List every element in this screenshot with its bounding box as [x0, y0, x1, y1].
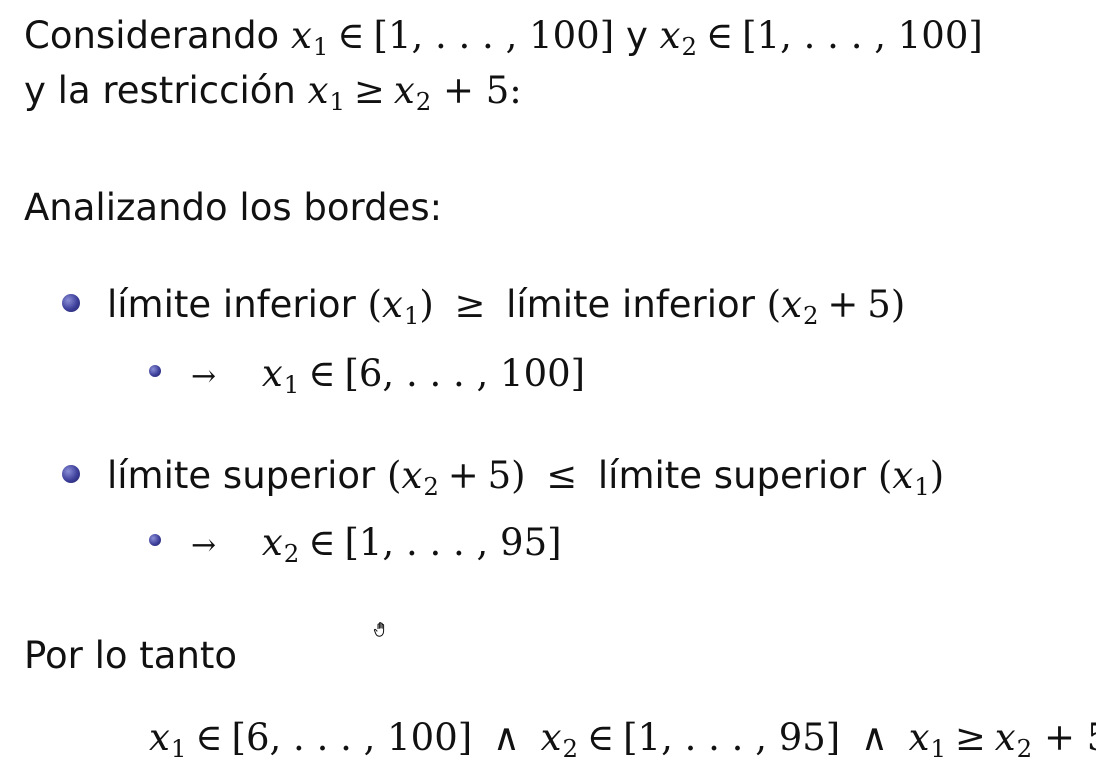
sub-bullet-icon [149, 534, 161, 546]
item1-left-text: límite inferior [107, 283, 356, 326]
intro-x1-range: [1, . . . , 100] [373, 14, 615, 57]
intro-constraint-rhs: + 5: [442, 69, 522, 112]
conclusion-final-rhs: + 5 [1043, 716, 1096, 759]
intro-x2-range: [1, . . . , 100] [742, 14, 983, 57]
slide: Considerando x1 ∈ [1, . . . , 100] y x2 ∈ [1… [0, 0, 1096, 767]
intro-joiner: y [625, 14, 648, 57]
subitem1-expression: x1 ∈ [6, . . . , 100] [261, 352, 586, 399]
analysis-subitem-1: → x1 ∈ [6, . . . , 100] [191, 352, 586, 399]
item2-right-text: límite superior [597, 454, 867, 497]
conclusion-heading: Por lo tanto [24, 634, 238, 677]
item2-left-math: (x2 +5) [387, 454, 526, 501]
intro-x1-set: x1 ∈ [1, . . . , 100] [290, 14, 615, 61]
hand-cursor-icon [373, 622, 385, 637]
item1-right-text: límite inferior [506, 283, 755, 326]
intro-restriction-label: y la restricción [24, 69, 296, 112]
item2-left-text: límite superior [107, 454, 376, 497]
conclusion-x2-range: [1, . . . , 95] [623, 716, 841, 759]
sub-bullet-icon [149, 365, 161, 377]
arrow-right-icon: → [191, 359, 217, 394]
subitem2-expression: x2 ∈ [1, . . . , 95] [261, 521, 562, 568]
subitem2-range: [1, . . . , 95] [344, 521, 562, 564]
analysis-item-1: límite inferior (x1) ≥ límite inferior (… [107, 283, 906, 330]
item2-right-math: (x1) [877, 454, 945, 501]
conclusion-x1-range: [6, . . . , 100] [231, 716, 473, 759]
arrow-right-icon: → [191, 528, 217, 563]
intro-line-1: Considerando x1 ∈ [1, . . . , 100] y x2 ∈ [1… [24, 14, 983, 61]
analysis-item-2: límite superior (x2 +5) ≤ límite superior… [107, 454, 945, 501]
item1-right-math: (x2 +5) [766, 283, 906, 330]
analysis-heading: Analizando los bordes: [24, 186, 443, 229]
bullet-icon [62, 294, 80, 312]
intro-line-2: y la restricción x1 ≥ x2 + 5: [24, 69, 522, 116]
subitem1-range: [6, . . . , 100] [344, 352, 586, 395]
bullet-icon [62, 465, 80, 483]
intro-prefix: Considerando [24, 14, 280, 57]
conclusion-and-2: ∧ [860, 716, 888, 759]
analysis-subitem-2: → x2 ∈ [1, . . . , 95] [191, 521, 562, 568]
item2-relation: ≤ [546, 454, 578, 497]
intro-x2-set: x2 ∈ [1, . . . , 100] [659, 14, 983, 61]
conclusion-expression: x1 ∈ [6, . . . , 100] ∧ x2 ∈ [1, . . . , 95]… [149, 716, 1096, 761]
item1-left-math: (x1) [367, 283, 434, 330]
item1-relation: ≥ [454, 283, 486, 326]
intro-constraint: x1 ≥ x2 + 5: [307, 69, 522, 116]
conclusion-and-1: ∧ [492, 716, 520, 759]
